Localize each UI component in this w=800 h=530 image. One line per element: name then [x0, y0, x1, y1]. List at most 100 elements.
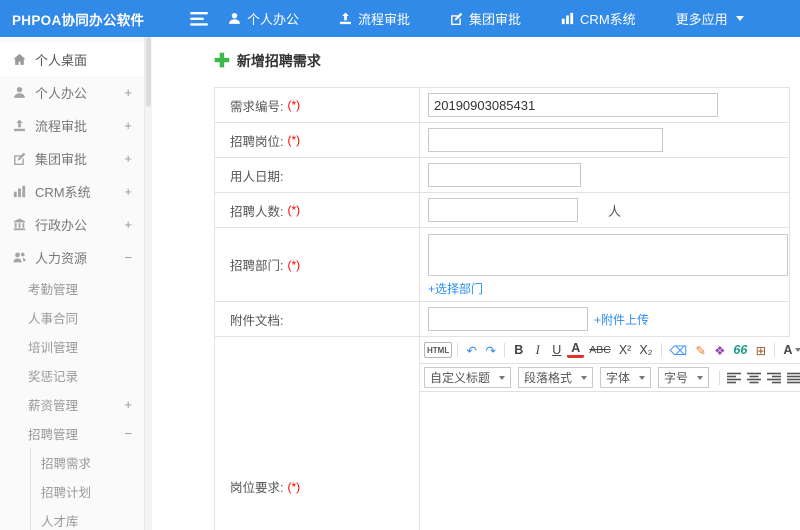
- page-title: ✚ 新增招聘需求: [214, 51, 790, 71]
- sidebar-item-label: 人事合同: [28, 312, 79, 326]
- expand-toggle[interactable]: +: [124, 151, 132, 166]
- font-color-button[interactable]: A: [567, 342, 585, 358]
- nav-crm-system[interactable]: CRM系统: [561, 9, 636, 28]
- bank-icon: [13, 218, 26, 231]
- collapse-toggle[interactable]: −: [124, 250, 132, 265]
- top-bar: PHPOA协同办公软件 个人办公 流程审批 集团审批 CRM系统 更多应用: [0, 0, 800, 37]
- sidebar-item-group-approval[interactable]: 集团审批 +: [0, 142, 144, 175]
- align-center-button[interactable]: [745, 370, 763, 386]
- form-row-attachment: 附件文档: +附件上传: [215, 302, 789, 337]
- nav-personal-office[interactable]: 个人办公: [228, 9, 299, 28]
- hamburger-icon: [190, 11, 208, 26]
- main-content: ✚ 新增招聘需求 需求编号: (*) 招聘岗位:: [152, 37, 800, 530]
- toolbar-divider: [719, 370, 721, 385]
- sidebar-item-crm[interactable]: CRM系统 +: [0, 175, 144, 208]
- sidebar-item-recruit-plan[interactable]: 招聘计划: [30, 477, 144, 506]
- sidebar-item-attendance[interactable]: 考勤管理: [0, 274, 144, 303]
- sidebar-item-label: CRM系统: [35, 185, 91, 200]
- nav-group-approval[interactable]: 集团审批: [450, 9, 521, 28]
- select-department-link[interactable]: +选择部门: [428, 280, 483, 297]
- required-mark: (*): [287, 133, 301, 147]
- underline-button[interactable]: U: [548, 340, 565, 360]
- nav-label: 更多应用: [675, 12, 728, 27]
- expand-toggle[interactable]: +: [124, 184, 132, 199]
- sidebar-item-desktop[interactable]: 个人桌面: [0, 43, 144, 76]
- sidebar-item-salary[interactable]: 薪资管理 +: [0, 390, 144, 419]
- align-right-button[interactable]: [765, 370, 783, 386]
- nav-workflow-approval[interactable]: 流程审批: [339, 9, 410, 28]
- request-no-input[interactable]: [428, 93, 718, 117]
- headcount-unit: 人: [608, 203, 622, 219]
- expand-toggle[interactable]: +: [124, 217, 132, 232]
- rich-text-editor: HTML ↶ ↷ B I U A ABC X² X₂ ⌫ ✎ ❖ 66 ⊞ A …: [420, 337, 800, 530]
- sidebar-item-training[interactable]: 培训管理: [0, 332, 144, 361]
- blockquote-button[interactable]: 66: [730, 340, 750, 360]
- top-nav: 个人办公 流程审批 集团审批 CRM系统 更多应用: [228, 9, 744, 28]
- align-left-button[interactable]: [725, 370, 743, 386]
- eraser-button[interactable]: ⌫: [667, 340, 691, 360]
- sidebar-item-label: 人力资源: [35, 251, 88, 266]
- sidebar-item-label: 招聘需求: [41, 457, 92, 471]
- font-size-dropdown[interactable]: 字号: [658, 367, 710, 388]
- superscript-button[interactable]: X²: [616, 340, 635, 360]
- html-source-button[interactable]: HTML: [424, 342, 453, 358]
- sidebar-item-recruit-request[interactable]: 招聘需求: [30, 448, 144, 477]
- sidebar-item-recruitment[interactable]: 招聘管理 −: [0, 419, 144, 448]
- sidebar-item-label: 培训管理: [28, 341, 79, 355]
- font-size-tool-button[interactable]: A: [780, 340, 800, 360]
- position-input[interactable]: [428, 128, 663, 152]
- sidebar-item-hr-contract[interactable]: 人事合同: [0, 303, 144, 332]
- attachment-input[interactable]: [428, 307, 588, 331]
- field-label: 招聘岗位: (*): [215, 123, 420, 157]
- field-label: 用人日期:: [215, 158, 420, 192]
- form-row-request-no: 需求编号: (*): [215, 88, 789, 123]
- align-justify-icon: [787, 372, 800, 383]
- sidebar-item-talent-pool[interactable]: 人才库: [30, 506, 144, 530]
- format-brush-button[interactable]: ✎: [692, 340, 709, 360]
- custom-title-dropdown[interactable]: 自定义标题: [424, 367, 512, 388]
- attachment-upload-link[interactable]: +附件上传: [594, 311, 649, 328]
- hire-date-input[interactable]: [428, 163, 581, 187]
- bold-button[interactable]: B: [510, 340, 527, 360]
- editor-content-area[interactable]: [420, 392, 800, 530]
- field-label: 招聘部门: (*): [215, 228, 420, 301]
- align-justify-button[interactable]: [785, 370, 800, 386]
- sidebar-item-workflow-approval[interactable]: 流程审批 +: [0, 109, 144, 142]
- paragraph-format-dropdown[interactable]: 段落格式: [518, 367, 594, 388]
- field-label: 附件文档:: [215, 302, 420, 336]
- expand-toggle[interactable]: +: [124, 118, 132, 133]
- redo-button[interactable]: ↷: [482, 340, 499, 360]
- people-icon: [13, 252, 26, 263]
- insert-table-button[interactable]: ⊞: [752, 340, 769, 360]
- sidebar-item-admin-office[interactable]: 行政办公 +: [0, 208, 144, 241]
- sidebar-item-rewards[interactable]: 奖惩记录: [0, 361, 144, 390]
- form-row-position: 招聘岗位: (*): [215, 123, 789, 158]
- headcount-input[interactable]: [428, 198, 578, 222]
- subscript-button[interactable]: X₂: [636, 340, 655, 360]
- sidebar-item-label: 集团审批: [35, 152, 88, 167]
- nav-more-apps[interactable]: 更多应用: [676, 9, 744, 28]
- field-label: 岗位要求: (*): [215, 337, 420, 530]
- caret-down-icon: [639, 375, 646, 380]
- sidebar-item-personal-office[interactable]: 个人办公 +: [0, 76, 144, 109]
- caret-down-icon: [499, 375, 506, 380]
- caret-down-icon: [697, 375, 704, 380]
- editor-toolbar-row2: 自定义标题 段落格式 字体 字号: [420, 364, 800, 392]
- scrollbar-thumb[interactable]: [146, 37, 151, 107]
- form-row-hire-date: 用人日期:: [215, 158, 789, 193]
- undo-button[interactable]: ↶: [463, 340, 480, 360]
- strikethrough-button[interactable]: ABC: [586, 340, 614, 360]
- chart-icon: [13, 185, 26, 198]
- sidebar-item-hr[interactable]: 人力资源 −: [0, 241, 144, 274]
- collapse-toggle[interactable]: −: [124, 426, 132, 441]
- highlight-button[interactable]: ❖: [711, 340, 728, 360]
- font-family-dropdown[interactable]: 字体: [600, 367, 652, 388]
- sidebar-scrollbar[interactable]: [145, 37, 152, 530]
- nav-label: 流程审批: [358, 12, 411, 27]
- expand-toggle[interactable]: +: [124, 85, 132, 100]
- department-textarea[interactable]: [428, 234, 788, 276]
- nav-label: 集团审批: [469, 12, 522, 27]
- expand-toggle[interactable]: +: [124, 397, 132, 412]
- italic-button[interactable]: I: [529, 340, 546, 360]
- menu-toggle-button[interactable]: [190, 11, 208, 26]
